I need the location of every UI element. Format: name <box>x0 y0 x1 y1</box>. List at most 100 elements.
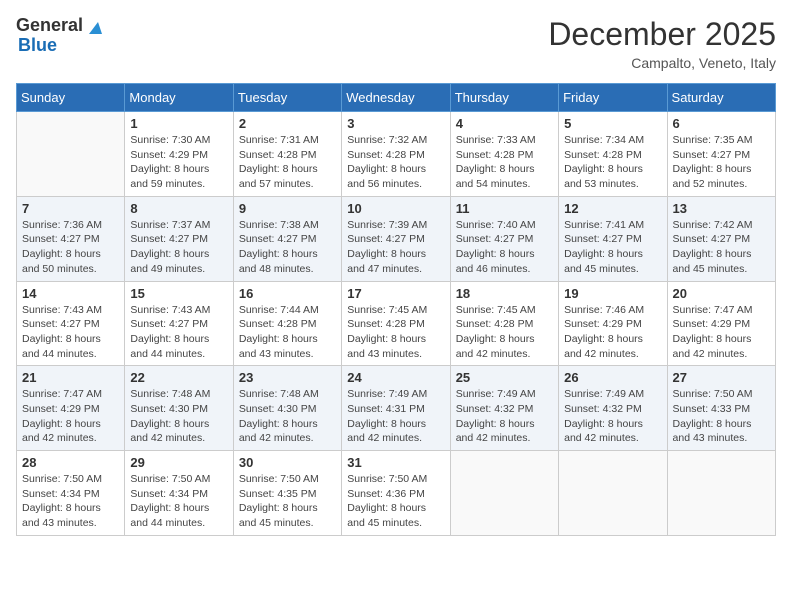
day-info: Sunrise: 7:31 AMSunset: 4:28 PMDaylight:… <box>239 133 336 192</box>
day-of-week-header: Monday <box>125 84 233 112</box>
day-number: 20 <box>673 286 770 301</box>
logo-icon <box>84 18 102 36</box>
calendar-day-cell: 3Sunrise: 7:32 AMSunset: 4:28 PMDaylight… <box>342 112 450 197</box>
day-number: 25 <box>456 370 553 385</box>
day-info: Sunrise: 7:46 AMSunset: 4:29 PMDaylight:… <box>564 303 661 362</box>
calendar-week-row: 14Sunrise: 7:43 AMSunset: 4:27 PMDayligh… <box>17 281 776 366</box>
calendar-day-cell: 20 Sunrise: 7:47 AMSunset: 4:29 PMDayligh… <box>667 281 775 366</box>
day-number: 6 <box>673 116 770 131</box>
calendar-header-row: SundayMondayTuesdayWednesdayThursdayFrid… <box>17 84 776 112</box>
day-info: Sunrise: 7:50 AMSunset: 4:34 PMDaylight:… <box>22 472 119 531</box>
calendar-day-cell: 7 Sunrise: 7:36 AMSunset: 4:27 PMDaylight… <box>17 196 125 281</box>
day-number: 13 <box>673 201 770 216</box>
calendar-week-row: 1 Sunrise: 7:30 AMSunset: 4:29 PMDaylight… <box>17 112 776 197</box>
day-info: Sunrise: 7:35 AMSunset: 4:27 PMDaylight:… <box>673 133 770 192</box>
day-info: Sunrise: 7:39 AMSunset: 4:27 PMDaylight:… <box>347 218 444 277</box>
day-number: 5 <box>564 116 661 131</box>
calendar-day-cell: 2 Sunrise: 7:31 AMSunset: 4:28 PMDaylight… <box>233 112 341 197</box>
day-of-week-header: Sunday <box>17 84 125 112</box>
day-info: Sunrise: 7:40 AMSunset: 4:27 PMDaylight:… <box>456 218 553 277</box>
page-header: General Blue December 2025 Campalto, Ven… <box>16 16 776 71</box>
day-number: 12 <box>564 201 661 216</box>
day-info: Sunrise: 7:50 AMSunset: 4:34 PMDaylight:… <box>130 472 227 531</box>
day-number: 1 <box>130 116 227 131</box>
day-info: Sunrise: 7:50 AMSunset: 4:33 PMDaylight:… <box>673 387 770 446</box>
day-info: Sunrise: 7:41 AMSunset: 4:27 PMDaylight:… <box>564 218 661 277</box>
calendar-day-cell: 15Sunrise: 7:43 AMSunset: 4:27 PMDayligh… <box>125 281 233 366</box>
calendar-day-cell: 5Sunrise: 7:34 AMSunset: 4:28 PMDaylight… <box>559 112 667 197</box>
location: Campalto, Veneto, Italy <box>548 55 776 71</box>
day-of-week-header: Thursday <box>450 84 558 112</box>
day-number: 18 <box>456 286 553 301</box>
calendar-day-cell: 28 Sunrise: 7:50 AMSunset: 4:34 PMDayligh… <box>17 451 125 536</box>
day-info: Sunrise: 7:38 AMSunset: 4:27 PMDaylight:… <box>239 218 336 277</box>
calendar-day-cell: 11 Sunrise: 7:40 AMSunset: 4:27 PMDayligh… <box>450 196 558 281</box>
day-number: 11 <box>456 201 553 216</box>
calendar-day-cell: 29 Sunrise: 7:50 AMSunset: 4:34 PMDayligh… <box>125 451 233 536</box>
calendar-day-cell <box>667 451 775 536</box>
day-number: 27 <box>673 370 770 385</box>
calendar-day-cell: 13Sunrise: 7:42 AMSunset: 4:27 PMDayligh… <box>667 196 775 281</box>
calendar-day-cell: 6 Sunrise: 7:35 AMSunset: 4:27 PMDaylight… <box>667 112 775 197</box>
day-number: 17 <box>347 286 444 301</box>
day-number: 30 <box>239 455 336 470</box>
day-info: Sunrise: 7:48 AMSunset: 4:30 PMDaylight:… <box>239 387 336 446</box>
calendar-day-cell: 16 Sunrise: 7:44 AMSunset: 4:28 PMDayligh… <box>233 281 341 366</box>
day-number: 31 <box>347 455 444 470</box>
calendar-day-cell: 19 Sunrise: 7:46 AMSunset: 4:29 PMDayligh… <box>559 281 667 366</box>
calendar-day-cell: 12 Sunrise: 7:41 AMSunset: 4:27 PMDayligh… <box>559 196 667 281</box>
calendar-day-cell: 14Sunrise: 7:43 AMSunset: 4:27 PMDayligh… <box>17 281 125 366</box>
day-number: 29 <box>130 455 227 470</box>
calendar-day-cell: 24Sunrise: 7:49 AMSunset: 4:31 PMDayligh… <box>342 366 450 451</box>
day-number: 16 <box>239 286 336 301</box>
day-number: 8 <box>130 201 227 216</box>
day-info: Sunrise: 7:32 AMSunset: 4:28 PMDaylight:… <box>347 133 444 192</box>
day-number: 7 <box>22 201 119 216</box>
calendar-day-cell: 10 Sunrise: 7:39 AMSunset: 4:27 PMDayligh… <box>342 196 450 281</box>
day-number: 21 <box>22 370 119 385</box>
calendar-day-cell: 17 Sunrise: 7:45 AMSunset: 4:28 PMDayligh… <box>342 281 450 366</box>
calendar-day-cell <box>17 112 125 197</box>
day-info: Sunrise: 7:49 AMSunset: 4:32 PMDaylight:… <box>564 387 661 446</box>
day-info: Sunrise: 7:50 AMSunset: 4:35 PMDaylight:… <box>239 472 336 531</box>
day-info: Sunrise: 7:45 AMSunset: 4:28 PMDaylight:… <box>347 303 444 362</box>
calendar-day-cell: 4Sunrise: 7:33 AMSunset: 4:28 PMDaylight… <box>450 112 558 197</box>
calendar-day-cell: 26 Sunrise: 7:49 AMSunset: 4:32 PMDayligh… <box>559 366 667 451</box>
day-info: Sunrise: 7:36 AMSunset: 4:27 PMDaylight:… <box>22 218 119 277</box>
calendar-day-cell <box>559 451 667 536</box>
calendar-day-cell: 9 Sunrise: 7:38 AMSunset: 4:27 PMDaylight… <box>233 196 341 281</box>
logo-general: General <box>16 16 83 36</box>
day-number: 23 <box>239 370 336 385</box>
day-info: Sunrise: 7:43 AMSunset: 4:27 PMDaylight:… <box>130 303 227 362</box>
calendar-day-cell: 25Sunrise: 7:49 AMSunset: 4:32 PMDayligh… <box>450 366 558 451</box>
calendar-day-cell: 1 Sunrise: 7:30 AMSunset: 4:29 PMDaylight… <box>125 112 233 197</box>
day-of-week-header: Tuesday <box>233 84 341 112</box>
day-of-week-header: Saturday <box>667 84 775 112</box>
day-info: Sunrise: 7:44 AMSunset: 4:28 PMDaylight:… <box>239 303 336 362</box>
day-number: 22 <box>130 370 227 385</box>
day-number: 9 <box>239 201 336 216</box>
calendar-day-cell: 23 Sunrise: 7:48 AMSunset: 4:30 PMDayligh… <box>233 366 341 451</box>
calendar-week-row: 7 Sunrise: 7:36 AMSunset: 4:27 PMDaylight… <box>17 196 776 281</box>
logo-blue: Blue <box>18 36 57 56</box>
calendar-day-cell: 31Sunrise: 7:50 AMSunset: 4:36 PMDayligh… <box>342 451 450 536</box>
calendar-day-cell: 30 Sunrise: 7:50 AMSunset: 4:35 PMDayligh… <box>233 451 341 536</box>
calendar-day-cell: 8Sunrise: 7:37 AMSunset: 4:27 PMDaylight… <box>125 196 233 281</box>
day-number: 26 <box>564 370 661 385</box>
day-info: Sunrise: 7:43 AMSunset: 4:27 PMDaylight:… <box>22 303 119 362</box>
day-number: 19 <box>564 286 661 301</box>
calendar-day-cell: 22Sunrise: 7:48 AMSunset: 4:30 PMDayligh… <box>125 366 233 451</box>
day-info: Sunrise: 7:30 AMSunset: 4:29 PMDaylight:… <box>130 133 227 192</box>
day-of-week-header: Wednesday <box>342 84 450 112</box>
day-number: 4 <box>456 116 553 131</box>
month-year: December 2025 <box>548 16 776 53</box>
calendar-week-row: 28 Sunrise: 7:50 AMSunset: 4:34 PMDayligh… <box>17 451 776 536</box>
calendar-day-cell: 21Sunrise: 7:47 AMSunset: 4:29 PMDayligh… <box>17 366 125 451</box>
day-of-week-header: Friday <box>559 84 667 112</box>
day-number: 10 <box>347 201 444 216</box>
day-info: Sunrise: 7:47 AMSunset: 4:29 PMDaylight:… <box>673 303 770 362</box>
day-number: 28 <box>22 455 119 470</box>
day-number: 2 <box>239 116 336 131</box>
day-info: Sunrise: 7:49 AMSunset: 4:31 PMDaylight:… <box>347 387 444 446</box>
calendar-week-row: 21Sunrise: 7:47 AMSunset: 4:29 PMDayligh… <box>17 366 776 451</box>
